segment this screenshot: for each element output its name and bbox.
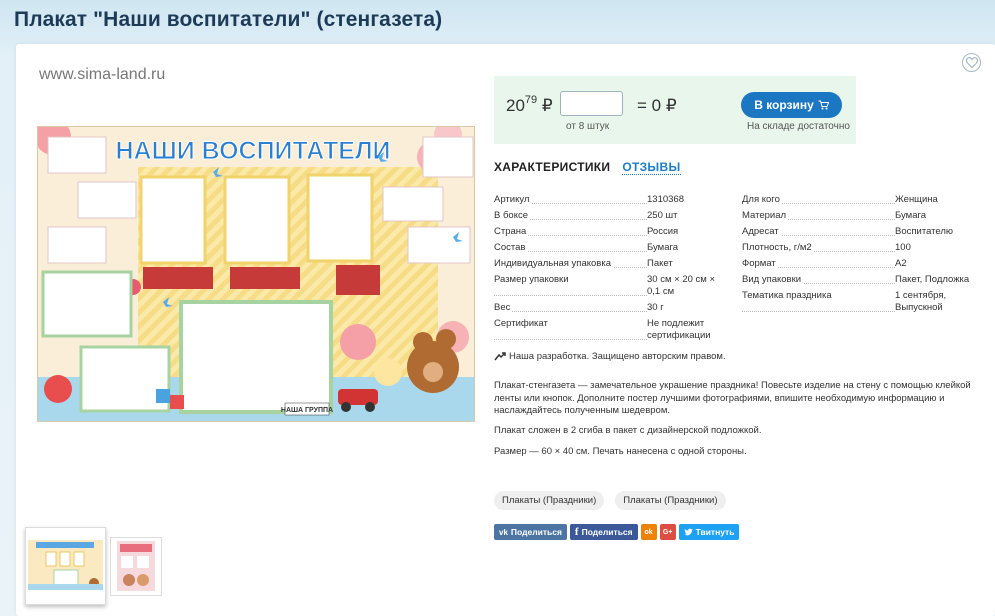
spec-row: В боксе 250 шт bbox=[494, 210, 729, 222]
price-fraction: 79 bbox=[524, 94, 538, 106]
spec-value: 250 шт bbox=[647, 210, 678, 221]
spec-row: Индивидуальная упаковка Пакет bbox=[494, 258, 729, 270]
spec-value: Бумага bbox=[647, 242, 679, 253]
watermark: www.sima-land.ru bbox=[39, 66, 166, 83]
page-title: Плакат "Наши воспитатели" (стенгазета) bbox=[14, 8, 443, 31]
spec-label: Плотность, г/м2 bbox=[742, 242, 814, 253]
share-vk-button[interactable]: vk Поделиться bbox=[494, 524, 567, 540]
favorite-button[interactable] bbox=[962, 53, 981, 72]
add-to-cart-button[interactable]: В корзину bbox=[741, 92, 842, 118]
spec-row: Страна Россия bbox=[494, 226, 729, 238]
spec-row: Артикул 1310368 bbox=[494, 194, 729, 206]
spec-label: Адресат bbox=[742, 226, 781, 237]
category-tags: Плакаты (Праздники) Плакаты (Праздники) bbox=[494, 491, 726, 510]
spec-value: Не подлежит сертификации bbox=[647, 318, 711, 341]
cart-icon bbox=[818, 100, 829, 110]
product-tabs: ХАРАКТЕРИСТИКИ ОТЗЫВЫ bbox=[494, 160, 681, 175]
specs-left: Артикул 1310368 В боксе 250 шт Страна Росси… bbox=[494, 194, 729, 346]
spec-label: Индивидуальная упаковка bbox=[494, 258, 613, 269]
description-paragraph: Плакат-стенгазета — замечательное украше… bbox=[494, 380, 971, 416]
share-facebook-label: Поделиться bbox=[581, 527, 633, 537]
spec-label: Материал bbox=[742, 210, 789, 221]
own-development-text: Наша разработка. Защищено авторским прав… bbox=[509, 351, 726, 362]
poster-footer: НАША ГРУППА bbox=[281, 407, 333, 414]
facebook-icon: f bbox=[574, 526, 579, 538]
tab-characteristics[interactable]: ХАРАКТЕРИСТИКИ bbox=[494, 160, 610, 175]
spec-row: Вид упаковки Пакет, Подложка bbox=[742, 274, 982, 286]
stock-status: На складе достаточно bbox=[747, 121, 850, 132]
spec-label: Страна bbox=[494, 226, 529, 237]
spec-value: Воспитателю bbox=[895, 226, 954, 237]
spec-value: 30 г bbox=[647, 302, 664, 313]
heart-icon bbox=[965, 57, 978, 68]
tab-reviews[interactable]: ОТЗЫВЫ bbox=[622, 160, 681, 175]
spec-label: В боксе bbox=[494, 210, 530, 221]
spec-label: Для кого bbox=[742, 194, 782, 205]
spec-label: Состав bbox=[494, 242, 528, 253]
vk-icon: vk bbox=[499, 527, 508, 537]
share-odnoklassniki-button[interactable]: ok bbox=[640, 524, 657, 540]
share-twitter-label: Твитнуть bbox=[695, 527, 735, 537]
odnoklassniki-icon: ok bbox=[644, 528, 653, 536]
spec-row: Формат А2 bbox=[742, 258, 982, 270]
share-twitter-button[interactable]: Твитнуть bbox=[678, 524, 740, 540]
min-quantity: от 8 штук bbox=[566, 121, 610, 132]
share-google-plus-button[interactable]: G+ bbox=[659, 524, 676, 540]
category-tag[interactable]: Плакаты (Праздники) bbox=[615, 491, 726, 510]
spec-row: Для кого Женщина bbox=[742, 194, 982, 206]
share-vk-label: Поделиться bbox=[510, 527, 562, 537]
spec-value: 100 bbox=[895, 242, 911, 253]
spec-row: Плотность, г/м2 100 bbox=[742, 242, 982, 254]
twitter-icon bbox=[683, 528, 693, 536]
own-development-note: Наша разработка. Защищено авторским прав… bbox=[494, 351, 726, 362]
spec-row: Сертификат Не подлежит сертификации bbox=[494, 318, 729, 342]
spec-row: Вес 30 г bbox=[494, 302, 729, 314]
gallery-thumbnail[interactable] bbox=[25, 527, 106, 605]
spec-label: Вид упаковки bbox=[742, 274, 804, 285]
spec-label: Сертификат bbox=[494, 318, 550, 329]
add-to-cart-label: В корзину bbox=[754, 98, 814, 112]
description-paragraph: Плакат сложен в 2 сгиба в пакет с дизайн… bbox=[494, 425, 762, 436]
price: 2079 ₽ bbox=[506, 94, 553, 116]
spec-row: Тематика праздника 1 сентября, Выпускной bbox=[742, 290, 982, 314]
quantity-input[interactable] bbox=[560, 91, 623, 116]
price-currency: ₽ bbox=[541, 96, 553, 115]
spec-row: Состав Бумага bbox=[494, 242, 729, 254]
spec-value: 1 сентября, Выпускной bbox=[895, 290, 947, 313]
price-panel: 2079 ₽ от 8 штук = 0 ₽ В корзину На скла… bbox=[494, 76, 856, 144]
spec-value: А2 bbox=[895, 258, 907, 269]
description-paragraph: Размер — 60 × 40 см. Печать нанесена с о… bbox=[494, 446, 747, 457]
spec-row: Размер упаковки 30 см × 20 см × 0,1 см bbox=[494, 274, 729, 298]
specs-right: Для кого Женщина Материал Бумага Адресат Во… bbox=[742, 194, 982, 318]
spec-value: 1310368 bbox=[647, 194, 684, 205]
total-price: = 0 ₽ bbox=[637, 96, 677, 115]
spec-label: Вес bbox=[494, 302, 513, 313]
product-image[interactable]: НАШИ ВОСПИТАТЕЛИ НАША ГРУППА bbox=[37, 126, 475, 422]
thumbnail-image bbox=[26, 528, 105, 604]
poster-illustration: НАШИ ВОСПИТАТЕЛИ НАША ГРУППА bbox=[38, 127, 474, 421]
spec-label: Формат bbox=[742, 258, 778, 269]
category-tag[interactable]: Плакаты (Праздники) bbox=[494, 491, 605, 510]
spec-value: Пакет bbox=[647, 258, 673, 269]
spec-value: Россия bbox=[647, 226, 679, 237]
spec-label: Артикул bbox=[494, 194, 532, 205]
share-facebook-button[interactable]: f Поделиться bbox=[569, 524, 638, 540]
share-buttons: vk Поделиться f Поделиться ok G+ Твитнут… bbox=[494, 524, 740, 540]
brand-mark-icon bbox=[494, 352, 506, 361]
spec-label: Размер упаковки bbox=[494, 274, 571, 285]
spec-row: Материал Бумага bbox=[742, 210, 982, 222]
google-plus-icon: G+ bbox=[662, 528, 673, 536]
price-integer: 20 bbox=[506, 96, 525, 115]
spec-label: Тематика праздника bbox=[742, 290, 834, 301]
spec-value: 30 см × 20 см × 0,1 см bbox=[647, 274, 715, 297]
spec-value: Бумага bbox=[895, 210, 927, 221]
spec-value: Женщина bbox=[895, 194, 938, 205]
spec-value: Пакет, Подложка bbox=[895, 274, 970, 285]
thumbnail-image bbox=[111, 538, 161, 595]
gallery-thumbnail[interactable] bbox=[110, 537, 162, 596]
spec-row: Адресат Воспитателю bbox=[742, 226, 982, 238]
poster-title: НАШИ ВОСПИТАТЕЛИ bbox=[116, 137, 391, 165]
